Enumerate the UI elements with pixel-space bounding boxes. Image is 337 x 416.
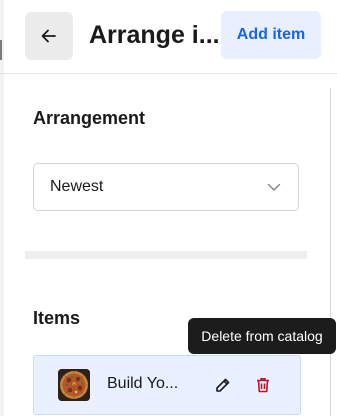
section-separator	[25, 251, 307, 259]
arrangement-selected-value: Newest	[50, 178, 104, 195]
scrollbar[interactable]	[330, 88, 331, 416]
arrangement-heading: Arrangement	[33, 108, 146, 128]
trash-icon	[257, 378, 269, 393]
header-divider	[0, 73, 337, 74]
edit-item-button[interactable]	[212, 374, 234, 396]
edge-marker	[0, 40, 2, 60]
item-thumbnail	[58, 369, 90, 401]
delete-tooltip: Delete from catalog	[188, 318, 336, 354]
left-edge-strip	[0, 0, 4, 416]
list-item[interactable]: Build Yo...	[33, 355, 301, 415]
arrow-left-icon	[41, 29, 56, 43]
back-button[interactable]	[25, 12, 73, 60]
items-heading: Items	[33, 308, 81, 328]
pizza-icon	[58, 369, 90, 401]
arrange-items-panel: Arrange i... Add item Arrangement Newest…	[0, 0, 337, 416]
delete-item-button[interactable]	[252, 374, 274, 396]
item-name: Build Yo...	[107, 375, 179, 392]
page-title: Arrange i...	[89, 21, 220, 49]
arrangement-select[interactable]: Newest	[33, 163, 299, 211]
add-item-button[interactable]: Add item	[221, 11, 321, 59]
chevron-down-icon	[267, 183, 281, 191]
pencil-icon	[216, 378, 230, 392]
